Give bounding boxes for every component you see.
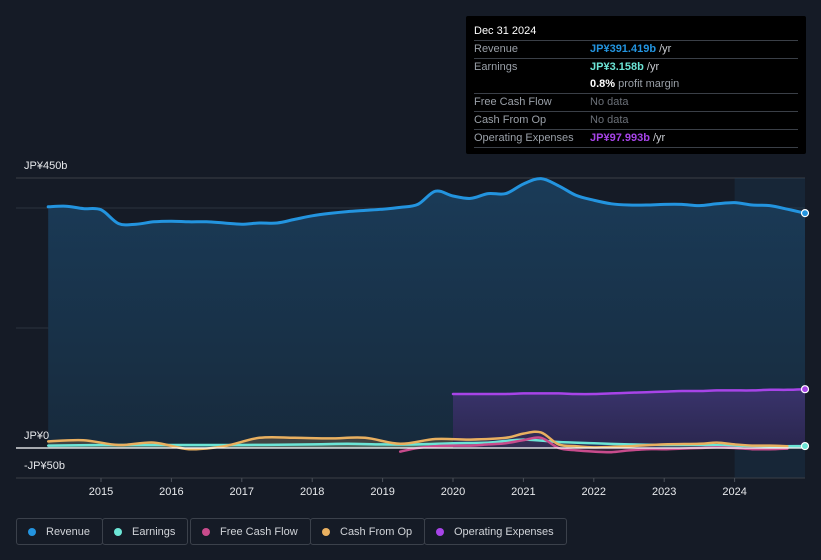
x-tick-label: 2022 — [581, 486, 607, 498]
tooltip-key: Revenue — [474, 43, 519, 55]
legend-item-free-cash-flow[interactable]: Free Cash Flow — [190, 518, 311, 545]
legend-dot-icon — [28, 527, 36, 536]
tooltip-row-earnings: Earnings JP¥3.158b /yr — [474, 59, 798, 76]
tooltip-key: Cash From Op — [474, 114, 547, 126]
legend-item-earnings[interactable]: Earnings — [102, 518, 189, 545]
earnings-end-marker — [800, 441, 810, 451]
legend-dot-icon — [322, 527, 330, 536]
series-areas — [48, 178, 805, 453]
x-tick-label: 2021 — [511, 486, 536, 498]
legend-item-revenue[interactable]: Revenue — [16, 518, 104, 545]
legend-label: Operating Expenses — [454, 525, 554, 538]
tooltip-key: Free Cash Flow — [474, 96, 552, 108]
operating-expenses-area — [453, 389, 805, 448]
x-tick-label: 2016 — [159, 486, 184, 498]
legend-dot-icon — [114, 527, 122, 536]
legend-label: Earnings — [132, 525, 176, 538]
tooltip-row-free-cash-flow: Free Cash Flow No data — [474, 94, 798, 112]
x-tick-label: 2018 — [299, 486, 325, 498]
revenue-end-marker — [800, 209, 810, 218]
tooltip-row-operating-expenses: Operating Expenses JP¥97.993b /yr — [474, 130, 798, 148]
legend-label: Revenue — [46, 525, 91, 538]
y-tick-label: JP¥0 — [24, 430, 50, 442]
tooltip-key — [474, 76, 590, 93]
tooltip-value: 0.8% profit margin — [590, 78, 680, 90]
x-tick-label: 2017 — [229, 486, 255, 498]
tooltip-row-cash-from-op: Cash From Op No data — [474, 112, 798, 130]
tooltip-row-profit-margin: 0.8% profit margin — [474, 76, 798, 94]
tooltip-date: Dec 31 2024 — [474, 22, 798, 41]
tooltip-value: JP¥391.419b /yr — [590, 43, 672, 55]
tooltip-value: No data — [590, 96, 629, 108]
tooltip-value: JP¥3.158b /yr — [590, 61, 660, 73]
tooltip-panel: Dec 31 2024 Revenue JP¥391.419b /yr Earnin… — [466, 16, 806, 154]
x-axis — [16, 447, 805, 482]
x-tick-label: 2020 — [440, 486, 466, 498]
operating-expenses-end-marker — [800, 385, 810, 394]
x-tick-label: 2019 — [370, 486, 395, 498]
y-tick-label: -JP¥50b — [24, 460, 65, 472]
tooltip-key: Operating Expenses — [474, 132, 574, 144]
x-tick-label: 2023 — [651, 486, 677, 498]
legend-dot-icon — [436, 527, 444, 536]
legend-label: Free Cash Flow — [220, 525, 298, 538]
legend-item-operating-expenses[interactable]: Operating Expenses — [424, 518, 567, 545]
x-tick-label: 2024 — [722, 486, 747, 498]
legend-item-cash-from-op[interactable]: Cash From Op — [310, 518, 426, 545]
tooltip-row-revenue: Revenue JP¥391.419b /yr — [474, 41, 798, 59]
tooltip-value: JP¥97.993b /yr — [590, 132, 666, 144]
legend-dot-icon — [202, 527, 210, 536]
tooltip-value: No data — [590, 114, 629, 126]
y-tick-label: JP¥450b — [24, 160, 68, 172]
tooltip-key: Earnings — [474, 61, 518, 73]
legend-label: Cash From Op — [340, 525, 413, 538]
x-tick-label: 2015 — [88, 486, 114, 498]
